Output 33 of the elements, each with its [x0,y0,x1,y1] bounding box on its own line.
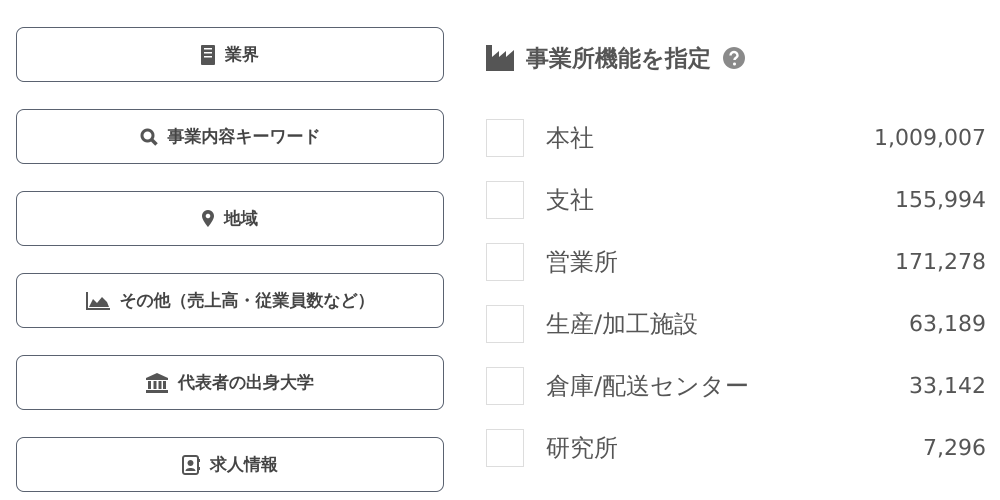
filter-button[interactable]: 事業内容キーワード [16,109,444,164]
building-icon [201,44,215,64]
option-count: 171,278 [895,250,986,274]
option-count: 1,009,007 [874,126,986,150]
option-count: 63,189 [909,312,986,336]
section-title: 事業所機能を指定 [526,44,711,74]
filter-button[interactable]: 業界 [16,27,444,82]
filter-button[interactable]: 地域 [16,191,444,246]
option-label: 生産/加工施設 [546,309,700,340]
checkbox[interactable] [486,243,524,281]
checkbox[interactable] [486,119,524,157]
checkbox[interactable] [486,429,524,467]
checkbox[interactable] [486,367,524,405]
option-label: 支社 [546,185,595,216]
filter-button[interactable]: その他（売上高・従業員数など） [16,273,444,328]
search-icon [140,128,158,146]
option-label: 研究所 [546,433,619,464]
area-chart-icon [86,292,110,310]
filter-button[interactable]: 求人情報 [16,437,444,492]
bank-icon [146,372,168,392]
factory-icon [486,45,514,71]
option-count: 155,994 [895,188,986,212]
help-icon[interactable] [723,47,745,69]
map-pin-icon [202,210,214,227]
checkbox[interactable] [486,181,524,219]
option-label: 営業所 [546,247,619,278]
option-label: 本社 [546,123,595,154]
filter-button[interactable]: 代表者の出身大学 [16,355,444,410]
option-count: 7,296 [923,436,986,460]
checkbox[interactable] [486,305,524,343]
option-count: 33,142 [909,374,986,398]
contact-card-icon [182,454,200,474]
option-label: 倉庫/配送センター [546,371,750,402]
